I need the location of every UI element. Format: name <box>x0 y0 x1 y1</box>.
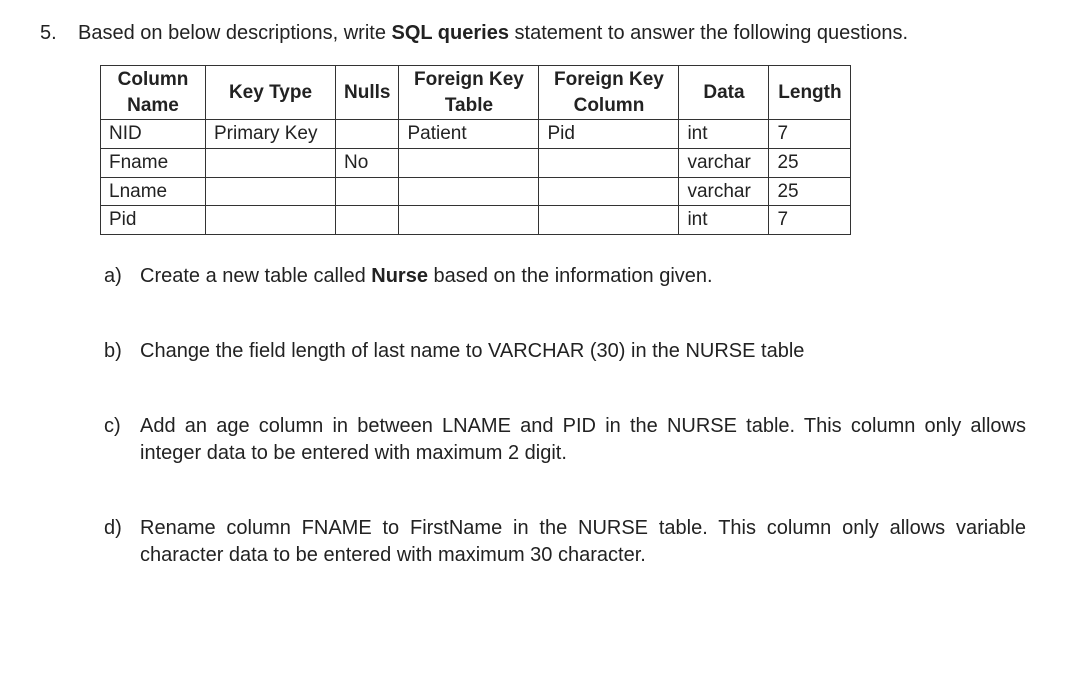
subquestion-a: a) Create a new table called Nurse based… <box>104 263 1026 290</box>
cell-data: int <box>679 120 769 149</box>
cell-fk-table <box>399 148 539 177</box>
subquestion-b: b) Change the field length of last name … <box>104 338 1026 365</box>
header-key-type: Key Type <box>206 66 336 120</box>
table-row: Fname No varchar 25 <box>101 148 851 177</box>
cell-key-type <box>206 206 336 235</box>
subquestion-label: a) <box>104 263 128 290</box>
header-fk-column: Foreign Key Column <box>539 66 679 120</box>
cell-fk-column <box>539 177 679 206</box>
cell-data: varchar <box>679 177 769 206</box>
cell-column-name: NID <box>101 120 206 149</box>
intro-bold-sql-queries: SQL queries <box>392 22 509 44</box>
table-row: Lname varchar 25 <box>101 177 851 206</box>
cell-data: int <box>679 206 769 235</box>
cell-nulls <box>336 177 399 206</box>
cell-column-name: Pid <box>101 206 206 235</box>
subquestion-c: c) Add an age column in between LNAME an… <box>104 413 1026 467</box>
header-data: Data <box>679 66 769 120</box>
cell-length: 7 <box>769 206 851 235</box>
cell-fk-table <box>399 206 539 235</box>
intro-text-prefix: Based on below descriptions, write <box>78 22 392 44</box>
question-body: Based on below descriptions, write SQL q… <box>78 20 1026 569</box>
table-row: Pid int 7 <box>101 206 851 235</box>
cell-key-type <box>206 177 336 206</box>
cell-fk-column <box>539 206 679 235</box>
subquestion-text: Rename column FNAME to FirstName in the … <box>140 515 1026 569</box>
question-number: 5. <box>40 20 68 569</box>
header-length: Length <box>769 66 851 120</box>
header-column-name: Column Name <box>101 66 206 120</box>
subquestion-text: Add an age column in between LNAME and P… <box>140 413 1026 467</box>
cell-fk-table: Patient <box>399 120 539 149</box>
table-row: NID Primary Key Patient Pid int 7 <box>101 120 851 149</box>
subquestion-label: d) <box>104 515 128 569</box>
header-fk-table: Foreign Key Table <box>399 66 539 120</box>
subquestion-d: d) Rename column FNAME to FirstName in t… <box>104 515 1026 569</box>
subquestion-label: c) <box>104 413 128 467</box>
cell-fk-column <box>539 148 679 177</box>
cell-length: 25 <box>769 177 851 206</box>
header-nulls: Nulls <box>336 66 399 120</box>
subquestion-text: Create a new table called Nurse based on… <box>140 263 1026 290</box>
question-intro: Based on below descriptions, write SQL q… <box>78 20 1026 47</box>
table-header-row: Column Name Key Type Nulls Foreign Key T… <box>101 66 851 120</box>
sub-a-bold-nurse: Nurse <box>371 265 428 287</box>
cell-length: 7 <box>769 120 851 149</box>
cell-length: 25 <box>769 148 851 177</box>
cell-key-type <box>206 148 336 177</box>
subquestion-label: b) <box>104 338 128 365</box>
cell-column-name: Lname <box>101 177 206 206</box>
sub-a-suffix: based on the information given. <box>428 265 713 287</box>
cell-column-name: Fname <box>101 148 206 177</box>
cell-data: varchar <box>679 148 769 177</box>
cell-nulls: No <box>336 148 399 177</box>
cell-fk-table <box>399 177 539 206</box>
cell-nulls <box>336 206 399 235</box>
schema-table: Column Name Key Type Nulls Foreign Key T… <box>100 65 851 235</box>
sub-a-prefix: Create a new table called <box>140 265 371 287</box>
question-5: 5. Based on below descriptions, write SQ… <box>40 20 1026 569</box>
intro-text-suffix: statement to answer the following questi… <box>509 22 908 44</box>
cell-nulls <box>336 120 399 149</box>
cell-key-type: Primary Key <box>206 120 336 149</box>
cell-fk-column: Pid <box>539 120 679 149</box>
subquestion-text: Change the field length of last name to … <box>140 338 1026 365</box>
